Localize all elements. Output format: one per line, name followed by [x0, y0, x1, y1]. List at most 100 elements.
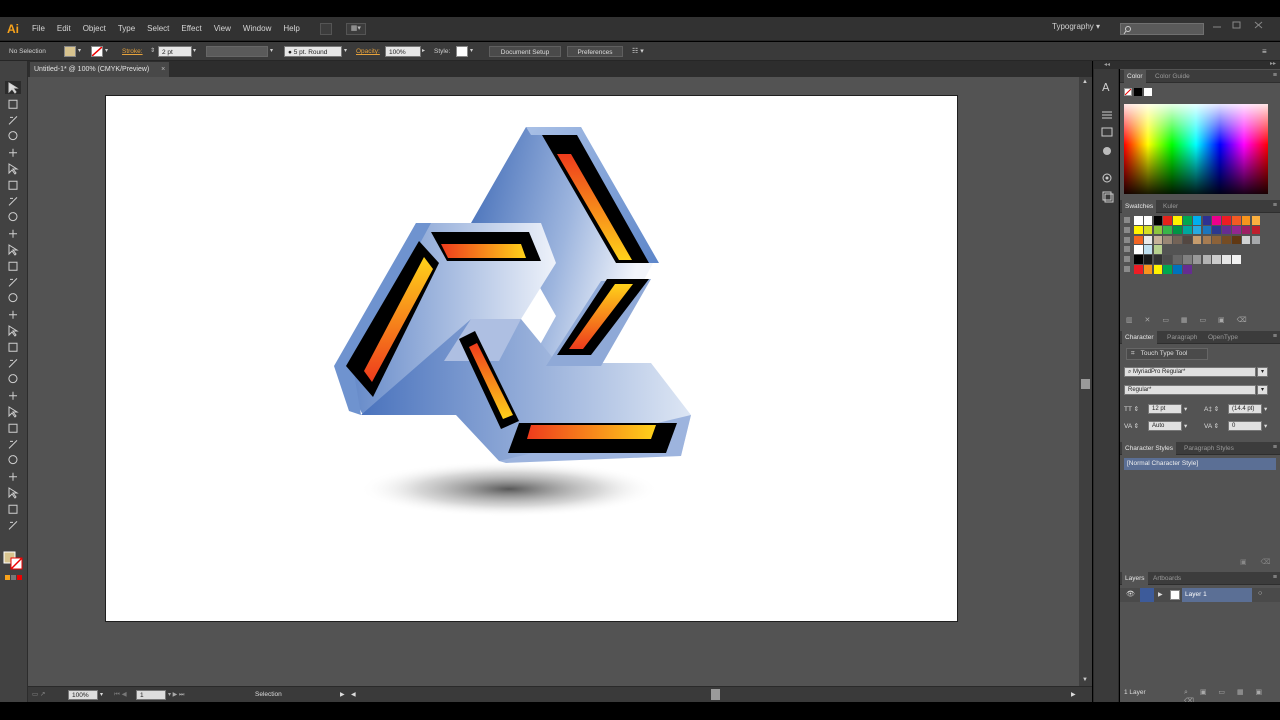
character-panel-menu-icon[interactable]: ≡: [1273, 333, 1277, 340]
arrange-documents-button[interactable]: ▦▾: [345, 22, 366, 35]
rotate-tool-icon[interactable]: [8, 278, 18, 287]
swatch[interactable]: [1212, 255, 1221, 264]
swatch-grid[interactable]: [1124, 216, 1274, 286]
zoom-tool-icon[interactable]: [8, 521, 18, 530]
vertical-scrollbar[interactable]: ▲ ▼: [1079, 77, 1092, 686]
stroke-label[interactable]: Stroke:: [122, 46, 143, 57]
font-size-dropdown[interactable]: ▾: [1184, 405, 1187, 413]
panels-collapse-icon[interactable]: ▸▸: [1270, 60, 1276, 67]
restore-button[interactable]: [1232, 21, 1246, 31]
close-icon[interactable]: ×: [161, 62, 165, 77]
magic-wand-tool-icon[interactable]: [8, 116, 18, 125]
scroll-up-icon[interactable]: ▲: [1082, 79, 1088, 85]
swatch[interactable]: [1173, 265, 1182, 274]
swatch[interactable]: [1153, 245, 1163, 254]
scroll-right-icon[interactable]: ▶: [1071, 690, 1076, 700]
tracking-dropdown[interactable]: ▾: [1264, 422, 1267, 430]
swatch[interactable]: [1232, 225, 1241, 235]
swatch[interactable]: [1173, 225, 1182, 235]
style-dropdown[interactable]: ▾: [470, 46, 473, 57]
stroke-weight-field[interactable]: 2 pt: [158, 46, 192, 57]
swatches-footer-icons[interactable]: ▥ ✕ ▭ ▦ ▭ ▣ ⌫: [1126, 316, 1252, 324]
document-tab[interactable]: Untitled-1* @ 100% (CMYK/Preview) ×: [30, 62, 170, 77]
stroke-stepper-icon[interactable]: ⇕: [150, 46, 155, 57]
gradient-mode-icon[interactable]: [11, 575, 16, 580]
swatch[interactable]: [1251, 235, 1261, 245]
swatch[interactable]: [1143, 255, 1153, 264]
swatch[interactable]: [1153, 216, 1163, 225]
swatch[interactable]: [1173, 216, 1182, 225]
styles-footer-icons[interactable]: ▣ ⌫: [1240, 558, 1276, 566]
scroll-down-icon[interactable]: ▼: [1082, 677, 1088, 683]
color-panel-menu-icon[interactable]: ≡: [1273, 72, 1277, 79]
eraser-tool-icon[interactable]: [8, 261, 18, 271]
swatch[interactable]: [1153, 265, 1163, 274]
white-swatch[interactable]: [1144, 88, 1152, 96]
color-spectrum[interactable]: [1124, 104, 1268, 194]
swatch[interactable]: [1173, 255, 1182, 264]
tab-color-guide[interactable]: Color Guide: [1155, 70, 1190, 83]
swatch[interactable]: [1232, 235, 1241, 245]
swatch[interactable]: [1192, 216, 1202, 225]
swatch[interactable]: [1143, 245, 1153, 254]
mesh-tool-icon[interactable]: [8, 374, 18, 384]
normal-character-style-item[interactable]: [Normal Character Style]: [1124, 458, 1276, 470]
profile-dropdown[interactable]: ▾: [270, 46, 273, 57]
font-family-dropdown[interactable]: ▾: [1257, 367, 1268, 377]
tracking-field[interactable]: 0: [1228, 421, 1262, 431]
swatch[interactable]: [1202, 216, 1212, 225]
status-menu-icon[interactable]: ▶: [340, 690, 345, 700]
swatch[interactable]: [1183, 216, 1192, 225]
artboard-tool-icon[interactable]: [9, 472, 17, 481]
swatches-panel-menu-icon[interactable]: ≡: [1273, 202, 1277, 209]
swatch[interactable]: [1163, 255, 1172, 264]
fill-swatch[interactable]: [64, 46, 76, 57]
tab-opentype[interactable]: OpenType: [1208, 331, 1238, 344]
touch-type-tool-button[interactable]: ⌗ Touch Type Tool: [1126, 348, 1208, 360]
swatch[interactable]: [1202, 255, 1212, 264]
swatch[interactable]: [1183, 265, 1192, 274]
swatch[interactable]: [1192, 225, 1202, 235]
type-tool-icon[interactable]: [8, 163, 19, 175]
layer-row[interactable]: 👁 ▶ Layer 1 ○: [1120, 588, 1280, 602]
zoom-field[interactable]: 100%: [68, 690, 98, 700]
dock-collapse-icon[interactable]: ◂◂: [1094, 61, 1120, 69]
document-setup-button[interactable]: Document Setup: [489, 46, 561, 57]
swatch[interactable]: [1143, 225, 1153, 235]
direct-selection-tool-icon[interactable]: [8, 99, 18, 109]
tab-character[interactable]: Character: [1122, 331, 1157, 344]
artboard-number-field[interactable]: 1: [136, 690, 166, 700]
symbol-sprayer-tool-icon[interactable]: [8, 440, 18, 449]
leading-field[interactable]: (14.4 pt): [1228, 404, 1262, 414]
gradient-tool-icon[interactable]: [9, 391, 17, 400]
swatch[interactable]: [1153, 225, 1163, 235]
menu-window[interactable]: Window: [237, 17, 277, 41]
hand-tool-icon[interactable]: [8, 504, 18, 514]
minimize-button[interactable]: [1212, 21, 1226, 31]
swatch[interactable]: [1163, 225, 1172, 235]
stroke-dropdown-icon[interactable]: ▾: [105, 46, 108, 57]
artboard[interactable]: [105, 95, 958, 622]
none-swatch[interactable]: [1124, 88, 1132, 96]
variable-width-profile[interactable]: [206, 46, 268, 57]
tab-character-styles[interactable]: Character Styles: [1122, 442, 1177, 455]
swatch[interactable]: [1153, 235, 1163, 245]
none-mode-icon[interactable]: [17, 575, 22, 580]
search-input[interactable]: [1120, 23, 1204, 35]
pen-tool-icon[interactable]: [9, 148, 17, 157]
triangle-logo-artwork[interactable]: [106, 96, 959, 623]
horizontal-scroll-thumb[interactable]: [711, 689, 720, 700]
swatch[interactable]: [1222, 235, 1231, 245]
layer-name[interactable]: Layer 1: [1182, 588, 1252, 602]
expand-arrow-icon[interactable]: ▶: [1158, 591, 1163, 598]
bridge-button[interactable]: [319, 22, 332, 35]
opacity-field[interactable]: 100%: [385, 46, 421, 57]
slice-tool-icon[interactable]: [8, 487, 19, 499]
graphic-style-swatch[interactable]: [456, 46, 468, 57]
align-options-icon[interactable]: ☷ ▾: [632, 46, 644, 57]
swatch[interactable]: [1183, 255, 1192, 264]
menu-file[interactable]: File: [26, 17, 51, 41]
kerning-dropdown[interactable]: ▾: [1184, 422, 1187, 430]
tab-artboards[interactable]: Artboards: [1153, 572, 1181, 585]
first-artboard-icon[interactable]: ⏮ ◀: [114, 690, 127, 700]
